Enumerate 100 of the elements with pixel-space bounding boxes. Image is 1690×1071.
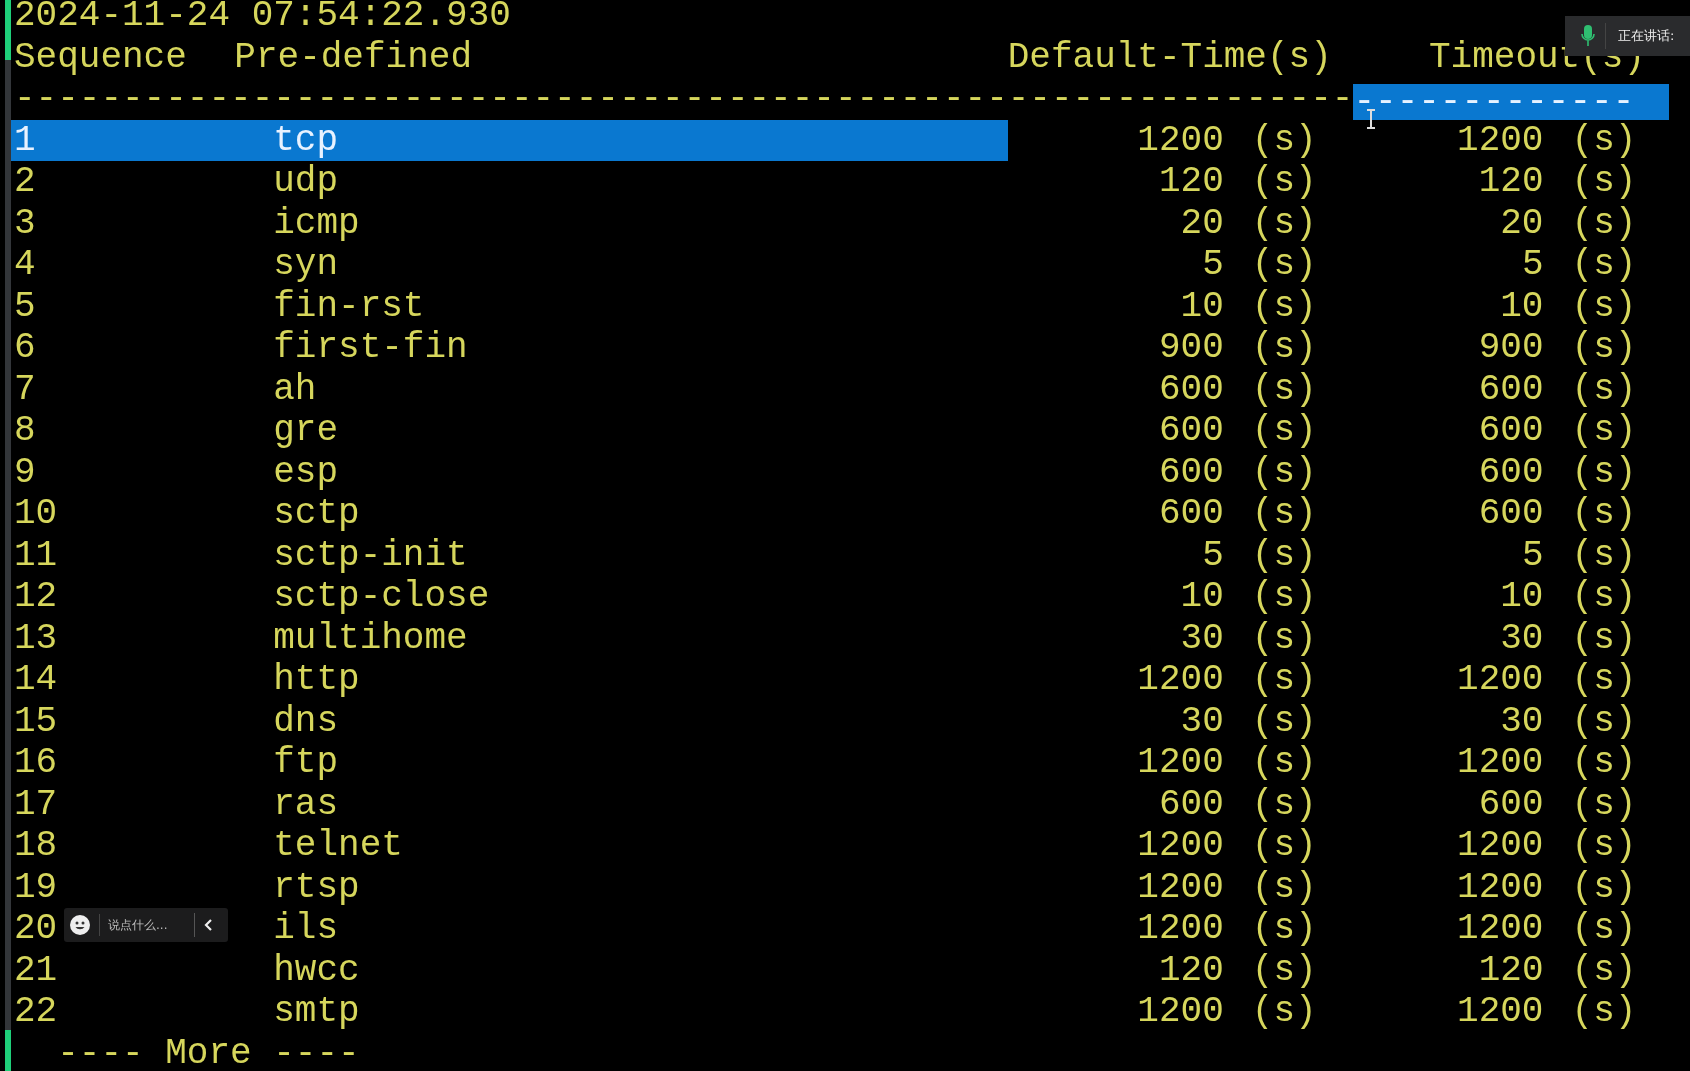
table-cell: 120	[1158, 161, 1224, 202]
table-cell: (s)	[1571, 285, 1637, 327]
table-cell: syn	[273, 244, 339, 285]
table-cell: gre	[273, 410, 339, 451]
smiley-icon	[69, 914, 91, 936]
table-cell: multihome	[273, 617, 468, 659]
more-prompt: ---- More ----	[57, 1032, 360, 1071]
chat-input[interactable]: 说点什么...	[99, 914, 186, 936]
table-cell: 11	[14, 534, 58, 576]
timestamp: 2024-11-24 07:54:22.930	[14, 0, 511, 37]
table-cell: (s)	[1571, 866, 1637, 908]
table-cell: rtsp	[273, 866, 360, 908]
table-cell: 600	[1158, 493, 1224, 534]
table-cell: first-fin	[273, 327, 468, 368]
selected-separator: -------------	[1353, 83, 1669, 120]
table-cell: 1200	[1137, 742, 1224, 783]
table-cell: 10	[1180, 285, 1224, 327]
table-cell: (s)	[1571, 161, 1637, 202]
table-cell: (s)	[1251, 161, 1317, 202]
table-cell: 16	[14, 742, 58, 783]
table-cell: (s)	[1571, 451, 1637, 493]
table-cell: (s)	[1251, 244, 1317, 285]
table-cell: (s)	[1251, 949, 1317, 991]
table-cell: 5	[1521, 534, 1544, 576]
table-cell: 1200	[1137, 991, 1224, 1032]
table-cell: (s)	[1251, 410, 1317, 451]
table-cell: (s)	[1571, 534, 1637, 576]
table-cell: 5	[1521, 244, 1544, 285]
table-cell: sctp-close	[273, 576, 490, 617]
table-cell: (s)	[1251, 327, 1317, 368]
table-cell: 600	[1158, 368, 1224, 410]
table-cell: 22	[14, 991, 58, 1032]
table-cell: 1200	[1137, 659, 1224, 700]
table-cell: 1200	[1137, 119, 1224, 161]
table-cell: 3	[14, 202, 36, 244]
table-cell: (s)	[1251, 991, 1317, 1032]
column-header: Default-Time(s)	[1007, 36, 1332, 78]
table-cell: 600	[1478, 451, 1544, 493]
table-cell: 30	[1180, 700, 1224, 742]
table-cell: 21	[14, 949, 58, 991]
table-cell: 1200	[1457, 908, 1544, 949]
table-cell: (s)	[1251, 368, 1317, 410]
table-cell: 30	[1500, 700, 1544, 742]
table-cell: 600	[1158, 451, 1224, 493]
table-cell: 4	[14, 244, 36, 285]
table-cell: 1200	[1457, 659, 1544, 700]
table-cell: (s)	[1571, 327, 1637, 368]
table-cell: 1200	[1457, 866, 1544, 908]
table-cell: 1200	[1457, 742, 1544, 783]
table-cell: 10	[1500, 576, 1544, 617]
table-cell: (s)	[1571, 119, 1637, 161]
table-cell: (s)	[1251, 285, 1317, 327]
table-cell: ils	[273, 908, 339, 949]
table-cell: (s)	[1571, 949, 1637, 991]
table-cell: (s)	[1571, 700, 1637, 742]
table-cell: dns	[273, 700, 339, 742]
table-cell: (s)	[1251, 617, 1317, 659]
table-cell: 20	[1500, 202, 1544, 244]
table-cell: sctp-init	[273, 534, 468, 576]
table-cell: 120	[1478, 161, 1544, 202]
table-cell: (s)	[1251, 119, 1317, 161]
table-cell: udp	[273, 161, 339, 202]
table-cell: 10	[1180, 576, 1224, 617]
table-cell: 600	[1158, 783, 1224, 825]
table-cell: (s)	[1571, 576, 1637, 617]
table-cell: esp	[273, 451, 339, 493]
table-cell: (s)	[1251, 202, 1317, 244]
table-cell: smtp	[273, 991, 360, 1032]
table-cell: icmp	[273, 202, 360, 244]
text-cursor-icon	[1366, 109, 1376, 129]
table-cell: 600	[1478, 368, 1544, 410]
table-cell: sctp	[273, 493, 360, 534]
table-cell: 1200	[1137, 825, 1224, 866]
table-cell: 120	[1158, 949, 1224, 991]
table-cell: http	[273, 659, 360, 700]
table-cell: 17	[14, 783, 58, 825]
table-cell: 9	[14, 451, 36, 493]
table-cell: (s)	[1251, 493, 1317, 534]
table-cell: 1	[14, 119, 36, 161]
table-cell: 1200	[1457, 825, 1544, 866]
table-cell: 1200	[1137, 908, 1224, 949]
table-cell: 900	[1158, 327, 1224, 368]
table-cell: 120	[1478, 949, 1544, 991]
table-cell: 20	[1180, 202, 1224, 244]
table-cell: 13	[14, 617, 58, 659]
table-cell: (s)	[1571, 617, 1637, 659]
table-cell: (s)	[1251, 866, 1317, 908]
chevron-left-icon	[203, 918, 213, 932]
table-cell: (s)	[1571, 493, 1637, 534]
table-cell: 1200	[1137, 866, 1224, 908]
table-cell: (s)	[1571, 368, 1637, 410]
table-cell: 19	[14, 866, 58, 908]
table-cell: 5	[1202, 534, 1224, 576]
table-cell: 30	[1180, 617, 1224, 659]
table-cell: fin-rst	[273, 285, 425, 327]
table-cell: (s)	[1571, 783, 1637, 825]
table-cell: 7	[14, 368, 36, 410]
table-cell: (s)	[1251, 659, 1317, 700]
separator-line: --------------------------------------------------------------	[14, 78, 1354, 120]
table-cell: 18	[14, 825, 58, 866]
